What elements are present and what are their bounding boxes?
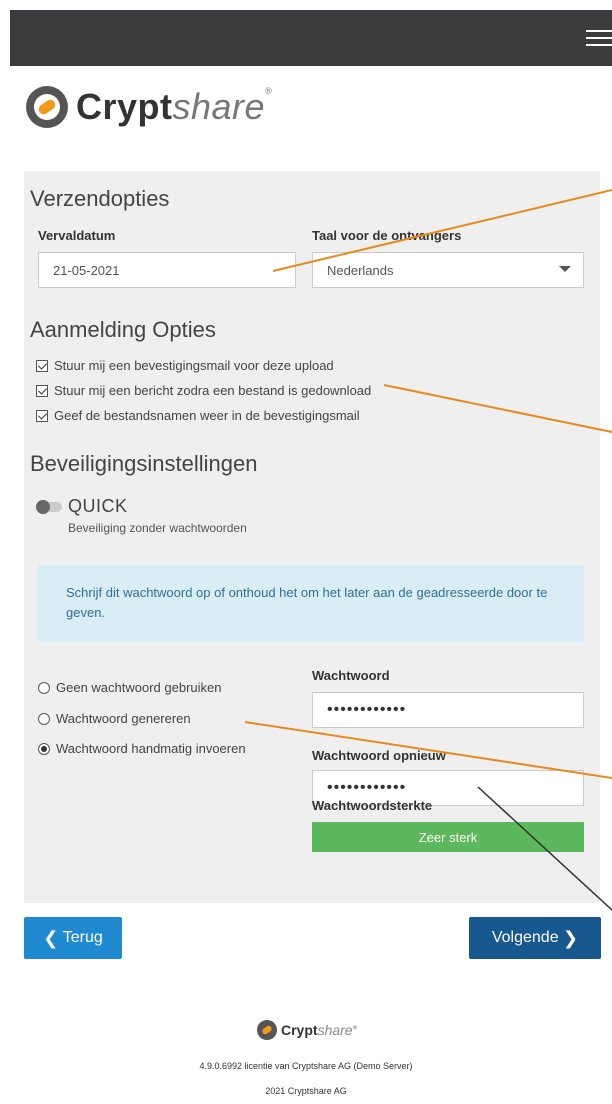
checkbox-checked-icon [36,359,48,372]
checkbox-checked-icon [36,384,48,397]
checkbox-label: Stuur mij een bericht zodra een bestand … [54,383,372,398]
checkbox-checked-icon [36,409,48,422]
language-select[interactable]: Nederlands [312,252,584,288]
quick-mode-subtitle: Beveiliging zonder wachtwoorden [68,521,247,535]
checkbox-label: Geef de bestandsnamen weer in de bevesti… [54,408,360,423]
top-bar [10,10,612,66]
radio-generate-password[interactable]: Wachtwoord genereren [38,711,191,726]
strength-value: Zeer sterk [418,829,478,845]
radio-label: Geen wachtwoord gebruiken [56,680,222,695]
checkbox-label: Stuur mij een bevestigingsmail voor deze… [54,358,334,373]
quick-mode-label: QUICK [68,496,128,516]
cryptshare-logo-icon [257,1020,277,1040]
chevron-right-icon: ❯ [563,927,579,948]
strength-label: Wachtwoordsterkte [312,798,433,813]
radio-off-icon [38,681,50,694]
hamburger-icon[interactable] [586,30,612,48]
radio-off-icon [38,712,50,725]
logo-text: Cryptshare® [76,86,273,127]
next-button[interactable]: Volgende ❯ [469,917,601,959]
back-button-label: Terug [62,929,103,946]
password-repeat-label: Wachtwoord opnieuw [312,748,446,763]
next-button-label: Volgende [491,929,559,946]
radio-on-icon [38,742,50,755]
chevron-down-icon [559,266,571,272]
quick-toggle[interactable] [36,500,62,514]
footer-logo-text: Cryptshare® [281,1022,358,1038]
checkbox-confirmation-mail[interactable]: Stuur mij een bevestigingsmail voor deze… [36,358,334,373]
chevron-left-icon: ❮ [43,927,59,948]
cryptshare-logo-icon [26,86,68,128]
back-button[interactable]: ❮ Terug [24,917,122,959]
password-repeat-value: •••••••••••• [327,779,407,796]
expiry-date-field[interactable]: 21-05-2021 [38,252,296,288]
send-options-title: Verzendopties [30,186,170,211]
checkbox-download-notice[interactable]: Stuur mij een bericht zodra een bestand … [36,383,371,398]
expiry-label: Vervaldatum [38,228,116,243]
radio-label: Wachtwoord handmatig invoeren [56,741,246,756]
toggle-knob [36,500,50,514]
checkbox-show-filenames[interactable]: Geef de bestandsnamen weer in de bevesti… [36,408,360,423]
password-strength-bar: Zeer sterk [312,822,584,852]
password-info-alert: Schrijf dit wachtwoord op of onthoud het… [38,565,584,642]
footer-copyright: 2021 Cryptshare AG [265,1086,347,1096]
footer-logo: Cryptshare® [257,1020,357,1040]
password-label: Wachtwoord [312,668,390,683]
expiry-date-value: 21-05-2021 [53,262,120,278]
notification-title: Aanmelding Opties [30,317,216,342]
radio-no-password[interactable]: Geen wachtwoord gebruiken [38,680,222,695]
app-logo[interactable]: Cryptshare® [26,82,272,132]
footer-license: 4.9.0.6992 licentie van Cryptshare AG (D… [199,1061,413,1071]
radio-manual-password[interactable]: Wachtwoord handmatig invoeren [38,741,246,756]
radio-label: Wachtwoord genereren [56,711,191,726]
language-label: Taal voor de ontvangers [312,228,462,243]
language-select-value: Nederlands [327,262,394,278]
password-field[interactable]: •••••••••••• [312,692,584,728]
security-title: Beveiligingsinstellingen [30,451,258,476]
password-value: •••••••••••• [327,701,407,718]
